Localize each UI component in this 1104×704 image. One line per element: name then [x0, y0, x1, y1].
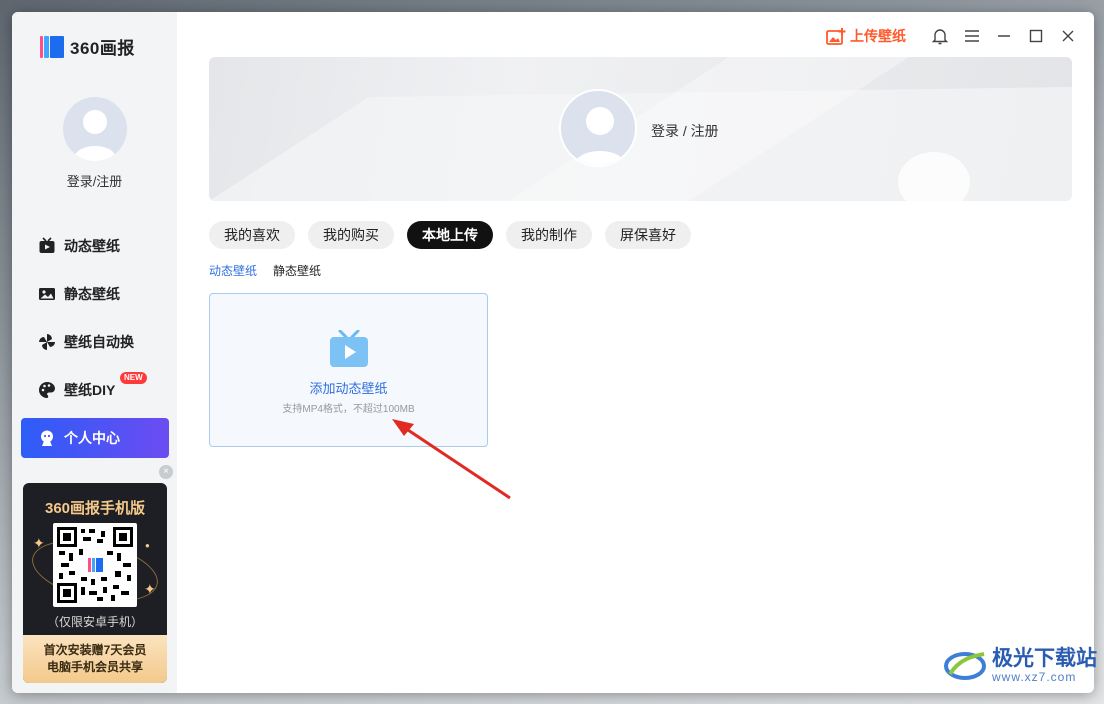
tv-play-icon [330, 330, 368, 367]
watermark-url: www.xz7.com [992, 670, 1077, 684]
user-center-icon [38, 429, 56, 447]
sidebar-nav: 动态壁纸 静态壁纸 壁纸自动换 壁纸DIY NEW 个人中心 [21, 226, 169, 466]
image-icon [38, 285, 56, 303]
bell-icon[interactable] [924, 20, 956, 52]
promo-footer: 首次安装赠7天会员 电脑手机会员共享 [23, 635, 167, 683]
new-badge: NEW [120, 372, 147, 384]
profile-banner: 登录 / 注册 [209, 57, 1072, 201]
sidebar-avatar[interactable] [63, 97, 127, 161]
maximize-icon[interactable] [1020, 20, 1052, 52]
upload-format-hint: 支持MP4格式，不超过100MB [282, 404, 415, 415]
tab-screensaver-prefs[interactable]: 屏保喜好 [605, 221, 691, 249]
add-live-wallpaper-card[interactable]: 添加动态壁纸 支持MP4格式，不超过100MB [209, 293, 488, 447]
title-bar: 上传壁纸 [826, 12, 1094, 60]
sidebar: 360画报 登录/注册 动态壁纸 静态壁纸 壁纸自动换 壁纸DIY NEW 个人… [12, 12, 177, 693]
logo-mark-icon [40, 35, 64, 58]
sparkle-icon: ✦ [33, 535, 45, 551]
app-logo[interactable]: 360画报 [40, 34, 135, 59]
sidebar-item-static-wallpaper[interactable]: 静态壁纸 [21, 274, 169, 314]
logo-text: 360画报 [70, 39, 135, 58]
banner-avatar[interactable] [559, 89, 637, 167]
subtab-live-wallpaper[interactable]: 动态壁纸 [209, 262, 257, 279]
sparkle-icon: ✦ [144, 581, 156, 597]
minimize-icon[interactable] [988, 20, 1020, 52]
profile-tabs: 我的喜欢 我的购买 本地上传 我的制作 屏保喜好 [209, 221, 691, 249]
promo-foot-line2: 电脑手机会员共享 [46, 660, 143, 674]
banner-decoration [209, 57, 1072, 201]
close-icon[interactable] [1052, 20, 1084, 52]
sidebar-item-label: 个人中心 [64, 430, 120, 446]
add-live-wallpaper-title: 添加动态壁纸 [309, 381, 388, 396]
app-window: 360画报 登录/注册 动态壁纸 静态壁纸 壁纸自动换 壁纸DIY NEW 个人… [12, 12, 1094, 693]
promo-note: （仅限安卓手机） [46, 615, 143, 629]
tab-my-creations[interactable]: 我的制作 [506, 221, 592, 249]
promo-title: 360画报手机版 [44, 500, 146, 517]
sidebar-item-diy[interactable]: 壁纸DIY NEW [21, 370, 169, 410]
palette-icon [38, 381, 56, 399]
sidebar-login-link[interactable]: 登录/注册 [12, 171, 177, 190]
pinwheel-icon [38, 333, 56, 351]
upload-wallpaper-button[interactable]: 上传壁纸 [826, 26, 906, 46]
user-silhouette-icon [73, 110, 117, 161]
sidebar-item-label: 壁纸DIY [64, 382, 116, 398]
sidebar-item-auto-change[interactable]: 壁纸自动换 [21, 322, 169, 362]
sidebar-item-live-wallpaper[interactable]: 动态壁纸 [21, 226, 169, 266]
promo-foot-line1: 首次安装赠7天会员 [43, 643, 147, 657]
watermark-logo-icon [944, 652, 986, 680]
promo-close-button[interactable]: × [159, 465, 173, 479]
upload-subtabs: 动态壁纸 静态壁纸 [209, 262, 321, 279]
tab-local-upload[interactable]: 本地上传 [407, 221, 493, 249]
watermark-title: 极光下载站 [992, 647, 1097, 670]
tv-play-icon [38, 237, 56, 255]
tab-favorites[interactable]: 我的喜欢 [209, 221, 295, 249]
sidebar-item-label: 动态壁纸 [64, 238, 120, 254]
menu-icon[interactable] [956, 20, 988, 52]
site-watermark: 极光下载站 www.xz7.com [944, 648, 1097, 684]
sidebar-item-user-center[interactable]: 个人中心 [21, 418, 169, 458]
sidebar-item-label: 壁纸自动换 [64, 334, 134, 350]
mobile-app-promo[interactable]: 360画报手机版 ✦ ✦ ● （仅限安卓手机） 首次安装赠7天会员 电脑手机会员… [23, 483, 167, 683]
upload-image-icon [826, 28, 846, 45]
banner-login-link[interactable]: 登录 / 注册 [651, 121, 719, 141]
qr-code [53, 523, 137, 607]
dot-icon: ● [145, 541, 150, 550]
sidebar-item-label: 静态壁纸 [64, 286, 120, 302]
subtab-static-wallpaper[interactable]: 静态壁纸 [273, 262, 321, 279]
upload-wallpaper-label: 上传壁纸 [850, 28, 906, 44]
tab-purchases[interactable]: 我的购买 [308, 221, 394, 249]
